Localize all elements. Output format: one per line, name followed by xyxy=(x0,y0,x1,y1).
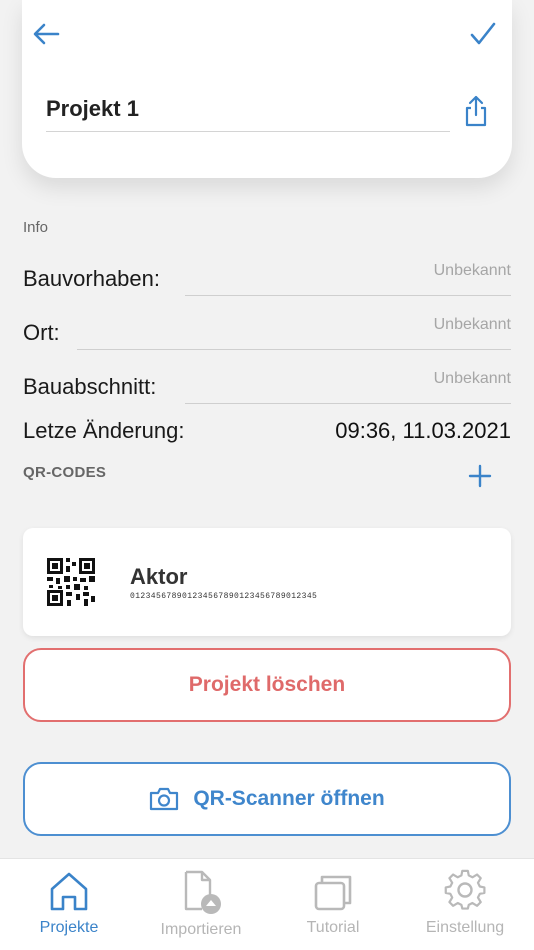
camera-icon xyxy=(150,787,179,811)
project-title-input[interactable] xyxy=(46,86,450,132)
open-qr-scanner-label: QR-Scanner öffnen xyxy=(193,787,385,810)
bauvorhaben-input[interactable] xyxy=(185,256,511,296)
info-section-label: Info xyxy=(23,219,49,236)
field-row-bauvorhaben: Bauvorhaben: xyxy=(23,256,511,296)
arrow-left-icon xyxy=(33,23,60,45)
field-row-bauabschnitt: Bauabschnitt: xyxy=(23,364,511,404)
import-file-icon xyxy=(184,870,221,914)
bauvorhaben-label: Bauvorhaben: xyxy=(23,266,160,291)
delete-project-button[interactable]: Projekt löschen xyxy=(23,648,511,722)
add-qr-code-button[interactable] xyxy=(466,462,494,490)
delete-project-label: Projekt löschen xyxy=(188,673,346,696)
tab-tutorial-label: Tutorial xyxy=(306,919,360,936)
last-change-value: 09:36, 11.03.2021 xyxy=(335,418,511,443)
open-qr-scanner-button[interactable]: QR-Scanner öffnen xyxy=(23,762,511,836)
qr-code-value: 01234567890123456789012345678901234​5 xyxy=(130,592,318,601)
confirm-button[interactable] xyxy=(468,18,498,50)
home-icon xyxy=(50,872,88,911)
tab-projekte-label: Projekte xyxy=(39,919,99,936)
share-button[interactable] xyxy=(462,94,490,128)
last-change-row: Letze Änderung: 09:36, 11.03.2021 xyxy=(23,414,511,450)
last-change-label: Letze Änderung: xyxy=(23,418,185,443)
tab-importieren[interactable]: Importieren xyxy=(134,869,268,949)
field-row-ort: Ort: xyxy=(23,310,511,350)
plus-icon xyxy=(468,464,492,488)
back-button[interactable] xyxy=(30,18,62,50)
tutorial-icon xyxy=(314,875,352,911)
project-header-card xyxy=(22,0,512,178)
bauabschnitt-input[interactable] xyxy=(185,364,511,404)
ort-label: Ort: xyxy=(23,320,60,345)
gear-icon xyxy=(444,869,486,910)
tab-einstellung-label: Einstellung xyxy=(425,919,505,936)
qr-codes-section-label: QR-CODES xyxy=(23,464,107,481)
tab-importieren-label: Importieren xyxy=(160,921,242,938)
ort-input[interactable] xyxy=(77,310,511,350)
qr-code-icon xyxy=(47,558,95,606)
share-icon xyxy=(465,95,487,127)
qr-code-name: Aktor xyxy=(130,564,188,589)
qr-code-list-item[interactable]: Aktor 0123456789012345678901234567890123… xyxy=(23,528,511,636)
tab-tutorial[interactable]: Tutorial xyxy=(266,869,400,949)
checkmark-icon xyxy=(470,22,496,45)
bottom-tab-bar: Projekte Importieren Tutorial Einstellun… xyxy=(0,858,534,950)
tab-projekte[interactable]: Projekte xyxy=(2,869,136,949)
bauabschnitt-label: Bauabschnitt: xyxy=(23,374,157,399)
tab-einstellung[interactable]: Einstellung xyxy=(398,869,532,949)
